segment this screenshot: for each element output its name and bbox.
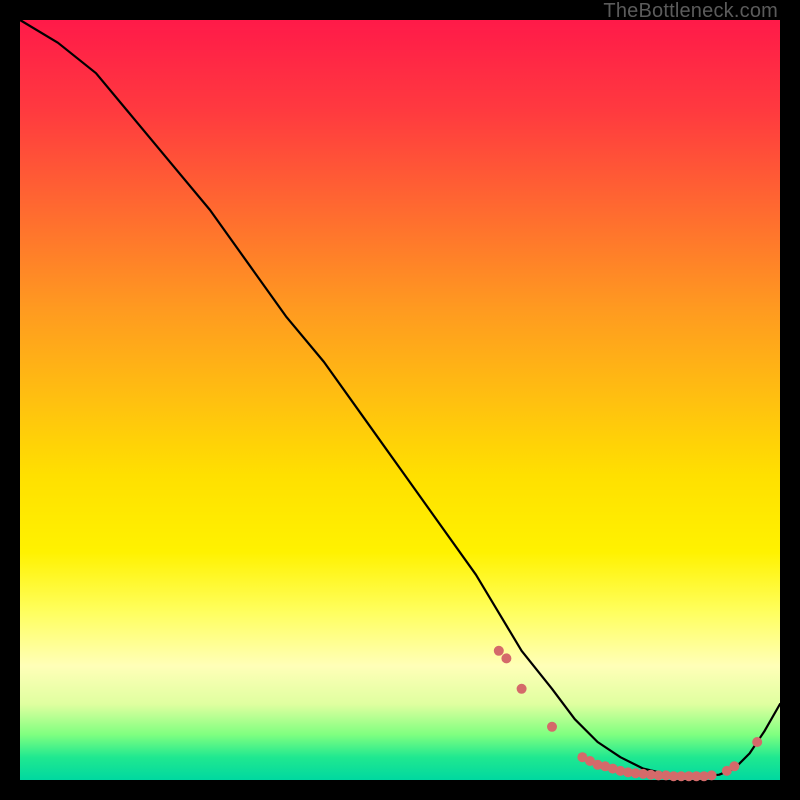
highlight-dot [707, 770, 717, 780]
chart-svg [20, 20, 780, 780]
highlight-dot [501, 653, 511, 663]
highlight-dot [752, 737, 762, 747]
highlight-dot [494, 646, 504, 656]
bottleneck-curve [20, 20, 780, 776]
highlight-dot [547, 722, 557, 732]
highlight-dot [517, 684, 527, 694]
highlight-dot [729, 761, 739, 771]
